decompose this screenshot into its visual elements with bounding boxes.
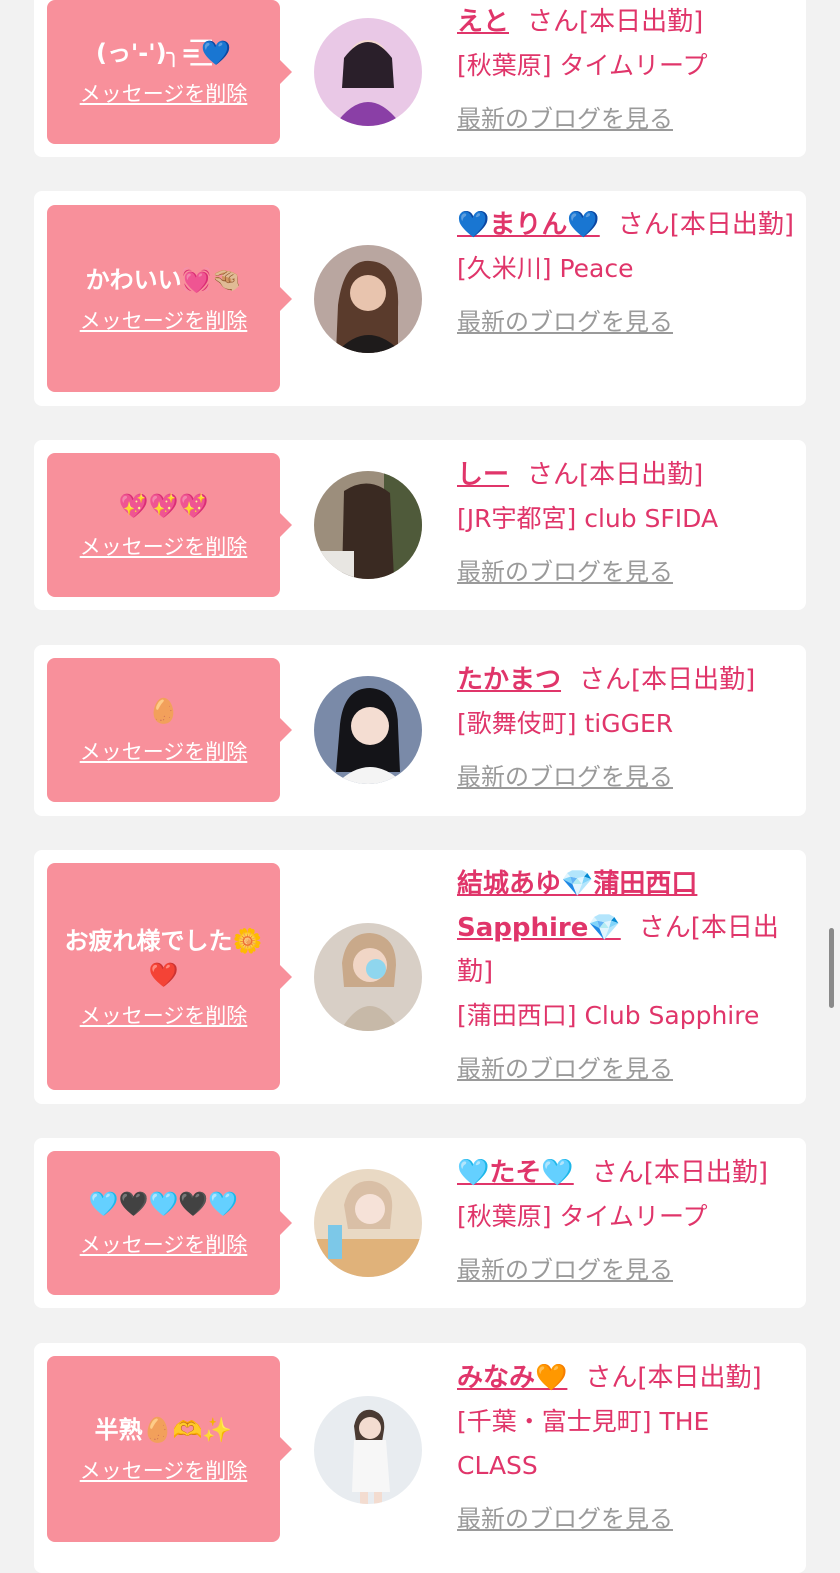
avatar-photo (314, 18, 422, 126)
cast-name-link[interactable]: しー (457, 460, 509, 490)
cast-name-link[interactable]: 🩵たそ🩵 (457, 1158, 574, 1188)
attendance-label: さん[本日出勤] (617, 210, 795, 240)
avatar[interactable] (314, 18, 422, 126)
attendance-label: さん[本日出勤] (579, 665, 756, 695)
cast-name-link[interactable]: 💙まりん💙 (457, 210, 600, 240)
latest-blog-link[interactable]: 最新のブログを見る (457, 555, 797, 589)
delete-message-link[interactable]: メッセージを削除 (80, 531, 248, 561)
cast-name-link[interactable]: たかまつ (457, 665, 561, 695)
shop-label: [秋葉原] タイムリープ (457, 1202, 708, 1231)
latest-blog-link[interactable]: 最新のブログを見る (457, 760, 797, 794)
cast-card: 💖💖💖 メッセージを削除 しー さん[本日出勤] [JR宇都宮] club SFI… (34, 440, 806, 610)
delete-message-link[interactable]: メッセージを削除 (80, 1000, 248, 1030)
cast-name-line: みなみ🧡 さん[本日出勤] (457, 1356, 797, 1400)
latest-blog-link[interactable]: 最新のブログを見る (457, 102, 797, 136)
cast-info: えと さん[本日出勤] [秋葉原] タイムリープ 最新のブログを見る (457, 0, 797, 136)
latest-blog-link[interactable]: 最新のブログを見る (457, 305, 797, 339)
avatar-photo (314, 471, 422, 579)
message-text: 💖💖💖 (118, 492, 209, 520)
attendance-label: さん[本日出勤] (591, 1158, 769, 1188)
message-text: 🥚 (148, 697, 179, 725)
cast-name-line: しー さん[本日出勤] (457, 453, 797, 497)
cast-name-link[interactable]: えと (457, 7, 509, 37)
cast-card: お疲れ様でした🌼 ❤️ メッセージを削除 結城あゆ💎蒲田西口Sapphire💎 さ… (34, 850, 806, 1104)
avatar-photo (314, 923, 422, 1031)
message-text: お疲れ様でした🌼 ❤️ (64, 926, 263, 989)
cast-info: たかまつ さん[本日出勤] [歌舞伎町] tiGGER 最新のブログを見る (457, 658, 797, 794)
avatar-photo (314, 1169, 422, 1277)
avatar[interactable] (314, 923, 422, 1031)
latest-blog-link[interactable]: 最新のブログを見る (457, 1253, 797, 1287)
message-bubble: 💖💖💖 メッセージを削除 (47, 453, 292, 597)
avatar-photo (314, 1396, 422, 1504)
cast-name-link[interactable]: みなみ🧡 (457, 1363, 567, 1393)
delete-message-link[interactable]: メッセージを削除 (80, 736, 248, 766)
cast-name-line: 🩵たそ🩵 さん[本日出勤] (457, 1151, 797, 1195)
message-text: かわいい💓🤏🏼 (85, 265, 242, 294)
cast-card: 半熟🥚🫶✨ メッセージを削除 みなみ🧡 さん[本日出勤] [千葉・富士見町] TH… (34, 1343, 806, 1573)
avatar[interactable] (314, 676, 422, 784)
avatar-photo (314, 245, 422, 353)
attendance-label: さん[本日出勤] (585, 1363, 762, 1393)
delete-message-link[interactable]: メッセージを削除 (80, 305, 248, 335)
cast-card: (っ'-')╮=͟͟͞͞💙 メッセージを削除 えと さん[本日出勤] [秋葉原] … (34, 0, 806, 157)
cast-name-line: 💙まりん💙 さん[本日出勤] (457, 203, 797, 247)
cast-name-line: えと さん[本日出勤] (457, 0, 797, 44)
latest-blog-link[interactable]: 最新のブログを見る (457, 1502, 797, 1536)
cast-card: かわいい💓🤏🏼 メッセージを削除 💙まりん💙 さん[本日出勤] [久米川] Pea… (34, 191, 806, 406)
shop-label: [歌舞伎町] tiGGER (457, 709, 674, 738)
cast-info: 💙まりん💙 さん[本日出勤] [久米川] Peace 最新のブログを見る (457, 203, 797, 339)
shop-label: [JR宇都宮] club SFIDA (457, 504, 719, 533)
message-bubble: 🩵🖤🩵🖤🩵 メッセージを削除 (47, 1151, 292, 1295)
scrollbar-thumb[interactable] (829, 928, 834, 1008)
cast-card: 🥚 メッセージを削除 たかまつ さん[本日出勤] [歌舞伎町] tiGGER 最新… (34, 645, 806, 816)
shop-label: [久米川] Peace (457, 254, 634, 283)
avatar[interactable] (314, 1396, 422, 1504)
delete-message-link[interactable]: メッセージを削除 (80, 78, 248, 108)
delete-message-link[interactable]: メッセージを削除 (80, 1229, 248, 1259)
latest-blog-link[interactable]: 最新のブログを見る (457, 1052, 797, 1086)
message-text: (っ'-')╮=͟͟͞͞💙 (95, 39, 232, 67)
attendance-label: さん[本日出勤] (527, 7, 704, 37)
attendance-label: さん[本日出勤] (527, 460, 704, 490)
cast-info: みなみ🧡 さん[本日出勤] [千葉・富士見町] THE CLASS 最新のブログを… (457, 1356, 797, 1536)
avatar[interactable] (314, 1169, 422, 1277)
message-text: 半熟🥚🫶✨ (94, 1416, 233, 1444)
cast-info: しー さん[本日出勤] [JR宇都宮] club SFIDA 最新のブログを見る (457, 453, 797, 589)
message-text: 🩵🖤🩵🖤🩵 (88, 1190, 239, 1218)
avatar[interactable] (314, 245, 422, 353)
message-bubble: 🥚 メッセージを削除 (47, 658, 292, 802)
avatar-photo (314, 676, 422, 784)
cast-card: 🩵🖤🩵🖤🩵 メッセージを削除 🩵たそ🩵 さん[本日出勤] [秋葉原] タイムリープ… (34, 1138, 806, 1308)
cast-name-line: 結城あゆ💎蒲田西口Sapphire💎 さん[本日出勤] (457, 862, 797, 994)
shop-label: [蒲田西口] Club Sapphire (457, 1001, 760, 1030)
cast-name-line: たかまつ さん[本日出勤] (457, 658, 797, 702)
shop-label: [千葉・富士見町] THE CLASS (457, 1407, 710, 1480)
avatar[interactable] (314, 471, 422, 579)
cast-info: 🩵たそ🩵 さん[本日出勤] [秋葉原] タイムリープ 最新のブログを見る (457, 1151, 797, 1287)
message-bubble: 半熟🥚🫶✨ メッセージを削除 (47, 1356, 292, 1542)
shop-label: [秋葉原] タイムリープ (457, 51, 708, 80)
cast-info: 結城あゆ💎蒲田西口Sapphire💎 さん[本日出勤] [蒲田西口] Club S… (457, 862, 797, 1086)
delete-message-link[interactable]: メッセージを削除 (80, 1455, 248, 1485)
message-bubble: お疲れ様でした🌼 ❤️ メッセージを削除 (47, 863, 292, 1090)
message-bubble: かわいい💓🤏🏼 メッセージを削除 (47, 205, 292, 392)
message-bubble: (っ'-')╮=͟͟͞͞💙 メッセージを削除 (47, 0, 292, 144)
